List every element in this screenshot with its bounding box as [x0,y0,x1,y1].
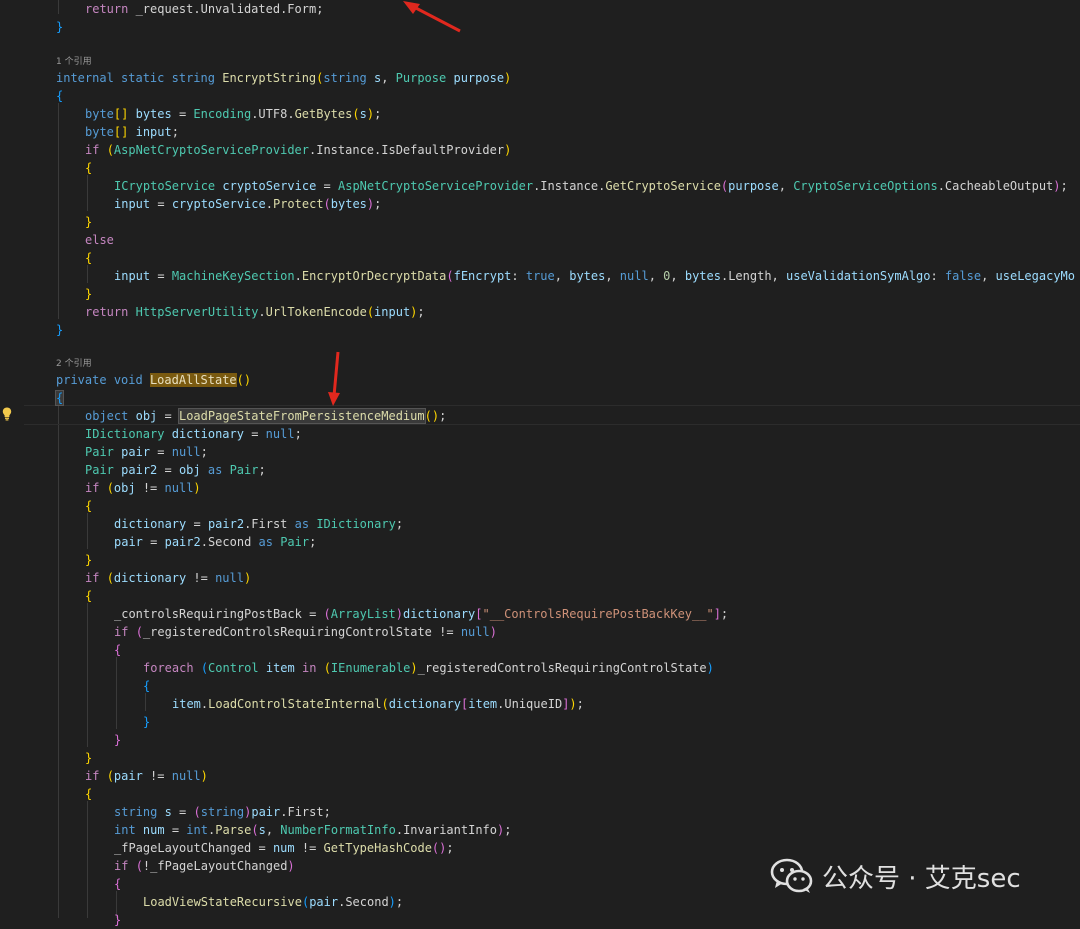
code-line[interactable]: } [0,749,1080,767]
code-line[interactable]: if (AspNetCryptoServiceProvider.Instance… [0,141,1080,159]
code-line[interactable]: return _request.Unvalidated.Form; [0,0,1080,18]
red-arrow-icon [403,1,461,33]
code-line[interactable]: input = cryptoService.Protect(bytes); [0,195,1080,213]
code-line[interactable]: } [0,213,1080,231]
code-line[interactable]: { [0,159,1080,177]
code-editor[interactable]: return _request.Unvalidated.Form; } 1 个引… [0,0,1080,927]
code-line[interactable]: input = MachineKeySection.EncryptOrDecry… [0,267,1080,285]
codelens-references[interactable]: 2 个引用 [56,358,92,370]
code-line[interactable]: if (obj != null) [0,479,1080,497]
code-line[interactable]: { [0,389,1080,407]
code-line[interactable]: _fPageLayoutChanged = num != GetTypeHash… [0,839,1080,857]
code-line[interactable]: _controlsRequiringPostBack = (ArrayList)… [0,605,1080,623]
code-line[interactable]: else [0,231,1080,249]
code-line[interactable]: internal static string EncryptString(str… [0,69,1080,87]
code-line[interactable]: return HttpServerUtility.UrlTokenEncode(… [0,303,1080,321]
code-line[interactable]: private void LoadAllState() [0,371,1080,389]
code-line[interactable]: string s = (string)pair.First; [0,803,1080,821]
code-line[interactable]: } [0,551,1080,569]
codelens-references[interactable]: 1 个引用 [56,56,92,68]
code-line[interactable]: int num = int.Parse(s, NumberFormatInfo.… [0,821,1080,839]
code-line[interactable]: { [0,641,1080,659]
code-line[interactable]: } [0,713,1080,731]
code-line[interactable]: if (_registeredControlsRequiringControlS… [0,623,1080,641]
code-line[interactable]: } [0,18,1080,36]
lightbulb-icon[interactable] [2,407,12,421]
code-line[interactable]: Pair pair = null; [0,443,1080,461]
red-arrow-icon [328,351,340,406]
code-line[interactable]: byte[] input; [0,123,1080,141]
code-line[interactable]: { [0,677,1080,695]
code-line[interactable]: pair = pair2.Second as Pair; [0,533,1080,551]
code-line[interactable]: dictionary = pair2.First as IDictionary; [0,515,1080,533]
watermark-text: 公众号 · 艾克sec [822,863,1021,894]
watermark: 公众号 · 艾克sec [770,856,1021,896]
code-line[interactable]: foreach (Control item in (IEnumerable)_r… [0,659,1080,677]
code-line[interactable]: if (pair != null) [0,767,1080,785]
code-line[interactable]: item.LoadControlStateInternal(dictionary… [0,695,1080,713]
code-line[interactable]: { [0,87,1080,105]
code-line[interactable]: ICryptoService cryptoService = AspNetCry… [0,177,1080,195]
code-line[interactable]: } [0,911,1080,929]
code-line[interactable]: { [0,785,1080,803]
code-line[interactable]: { [0,249,1080,267]
code-line[interactable]: IDictionary dictionary = null; [0,425,1080,443]
code-line[interactable]: } [0,731,1080,749]
code-line[interactable]: { [0,587,1080,605]
wechat-icon [770,858,813,893]
code-line[interactable]: } [0,321,1080,339]
code-line[interactable]: { [0,497,1080,515]
code-line[interactable]: if (dictionary != null) [0,569,1080,587]
code-line[interactable]: Pair pair2 = obj as Pair; [0,461,1080,479]
code-line[interactable]: object obj = LoadPageStateFromPersistenc… [0,407,1080,425]
code-line[interactable]: byte[] bytes = Encoding.UTF8.GetBytes(s)… [0,105,1080,123]
code-line[interactable]: } [0,285,1080,303]
